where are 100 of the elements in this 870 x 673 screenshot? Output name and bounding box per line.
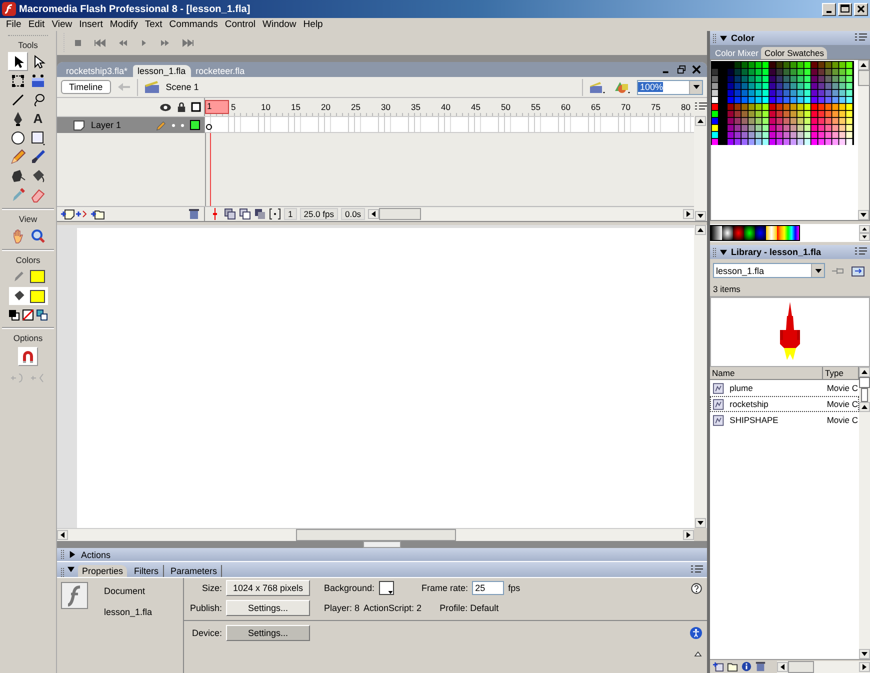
- default-colors-icon[interactable]: [8, 309, 20, 321]
- restore-icon[interactable]: [677, 65, 686, 74]
- visible-dot-icon[interactable]: [172, 124, 175, 126]
- tool-button[interactable]: A: [28, 109, 48, 128]
- menu-item[interactable]: Control: [224, 19, 256, 30]
- frame-ruler[interactable]: 1 5 10 15 20 25 30 35 40 45 50 55 60 65 70 75 80: [205, 98, 694, 116]
- vertical-scrollbar[interactable]: [694, 116, 707, 221]
- add-layer-icon[interactable]: [61, 208, 75, 220]
- menu-item[interactable]: Help: [303, 19, 323, 30]
- swap-colors-icon[interactable]: [36, 309, 48, 321]
- scrollbar-button[interactable]: [859, 377, 870, 388]
- minimize-button[interactable]: [822, 2, 836, 16]
- scroll-thumb[interactable]: [861, 388, 868, 402]
- scroll-thumb[interactable]: [379, 208, 422, 220]
- maximize-button[interactable]: [838, 2, 852, 16]
- panel-menu-icon[interactable]: [855, 247, 867, 257]
- panel-tab[interactable]: Properties: [78, 565, 128, 577]
- eye-icon[interactable]: [159, 102, 172, 112]
- frame-view-menu-icon[interactable]: [694, 102, 706, 112]
- scroll-up-arrow-icon[interactable]: [859, 225, 870, 233]
- snap-button[interactable]: [18, 347, 38, 366]
- horizontal-scrollbar[interactable]: [777, 660, 870, 672]
- scroll-up-arrow-icon[interactable]: [859, 367, 870, 377]
- stop-icon[interactable]: [74, 39, 82, 47]
- play-icon[interactable]: [140, 39, 148, 47]
- menu-item[interactable]: File: [6, 19, 22, 30]
- scroll-down-arrow-icon[interactable]: [695, 211, 706, 221]
- vertical-scrollbar[interactable]: [858, 60, 869, 220]
- scroll-down-arrow-icon[interactable]: [858, 210, 869, 220]
- menu-item[interactable]: Insert: [79, 19, 103, 30]
- accessibility-icon[interactable]: [690, 627, 702, 639]
- panel-tab[interactable]: Filters: [130, 565, 164, 577]
- step-back-icon[interactable]: [118, 39, 128, 47]
- new-folder-icon[interactable]: [727, 661, 738, 672]
- scroll-up-arrow-icon[interactable]: [695, 225, 706, 235]
- fill-color-button[interactable]: [30, 290, 44, 302]
- scroll-thumb[interactable]: [296, 529, 456, 541]
- panel-tab[interactable]: Color Swatches: [761, 47, 827, 59]
- library-item[interactable]: SHIPSHAPE Movie C: [710, 412, 859, 428]
- menu-item[interactable]: Commands: [169, 19, 218, 30]
- tool-button[interactable]: [8, 52, 28, 71]
- scroll-down-arrow-icon[interactable]: [695, 518, 706, 528]
- scroll-down-arrow-icon[interactable]: [859, 649, 870, 659]
- scene-label[interactable]: Scene 1: [166, 82, 199, 92]
- zoom-dropdown[interactable]: 100%: [637, 80, 703, 94]
- document-tab[interactable]: lesson_1.fla: [132, 65, 191, 77]
- scroll-up-arrow-icon[interactable]: [859, 402, 870, 412]
- panel-menu-icon[interactable]: [855, 33, 867, 43]
- scroll-up-arrow-icon[interactable]: [695, 116, 706, 126]
- background-color-button[interactable]: [378, 581, 394, 595]
- layer-row[interactable]: Layer 1: [57, 117, 205, 133]
- horizontal-scrollbar[interactable]: [57, 528, 694, 541]
- stroke-color-button[interactable]: [30, 270, 44, 282]
- rewind-icon[interactable]: [94, 39, 106, 47]
- library-dropdown[interactable]: lesson_1.fla: [713, 263, 825, 278]
- scroll-thumb[interactable]: [858, 70, 870, 86]
- onion-skin-icon[interactable]: [224, 208, 236, 220]
- trash-icon[interactable]: [755, 661, 766, 672]
- layer-color-swatch[interactable]: [190, 120, 200, 130]
- scroll-thumb[interactable]: [788, 660, 814, 672]
- no-color-icon[interactable]: [22, 309, 34, 321]
- library-panel-header[interactable]: Library - lesson_1.fla: [710, 245, 870, 259]
- scroll-up-arrow-icon[interactable]: [858, 60, 869, 70]
- lock-icon[interactable]: [177, 102, 186, 112]
- help-icon[interactable]: [691, 582, 702, 594]
- go-to-end-icon[interactable]: [182, 39, 194, 47]
- column-header[interactable]: Name: [710, 367, 823, 379]
- unlocked-dot-icon[interactable]: [181, 124, 184, 126]
- color-swatches-drawing[interactable]: [711, 61, 854, 145]
- menu-item[interactable]: Modify: [110, 19, 138, 30]
- edit-multiple-frames-icon[interactable]: [254, 208, 266, 220]
- menu-item[interactable]: View: [52, 19, 72, 30]
- new-symbol-icon[interactable]: [713, 661, 724, 672]
- panel-tab[interactable]: Parameters: [166, 565, 222, 577]
- panel-menu-icon[interactable]: [691, 564, 703, 574]
- publish-settings-button[interactable]: Settings...: [226, 600, 310, 616]
- menu-item[interactable]: Text: [144, 19, 162, 30]
- vertical-scrollbar[interactable]: [694, 225, 707, 528]
- onion-markers-icon[interactable]: [269, 208, 281, 220]
- menu-item[interactable]: Window: [262, 19, 296, 30]
- scroll-down-arrow-icon[interactable]: [859, 233, 870, 241]
- onion-outline-icon[interactable]: [239, 208, 251, 220]
- device-settings-button[interactable]: Settings...: [226, 625, 310, 641]
- frame-rate-field[interactable]: 25: [472, 581, 504, 595]
- outline-icon[interactable]: [191, 102, 201, 112]
- collapse-triangle-icon[interactable]: [67, 566, 75, 573]
- actions-panel-header[interactable]: Actions: [57, 548, 707, 562]
- horizontal-scrollbar[interactable]: [368, 208, 694, 220]
- vertical-scrollbar[interactable]: [859, 367, 870, 659]
- library-item[interactable]: plume Movie C: [710, 380, 859, 396]
- edit-scene-icon[interactable]: [589, 79, 607, 95]
- timeline-button[interactable]: Timeline: [61, 80, 111, 94]
- close-icon[interactable]: [692, 65, 701, 74]
- trash-icon[interactable]: [188, 208, 200, 220]
- collapse-arrow-icon[interactable]: [694, 651, 702, 657]
- properties-icon[interactable]: [741, 661, 752, 672]
- size-button[interactable]: 1024 x 768 pixels: [226, 580, 310, 596]
- add-folder-icon[interactable]: [91, 208, 105, 220]
- color-panel-header[interactable]: Color: [710, 31, 870, 45]
- gradient-swatches-drawing[interactable]: [710, 225, 800, 241]
